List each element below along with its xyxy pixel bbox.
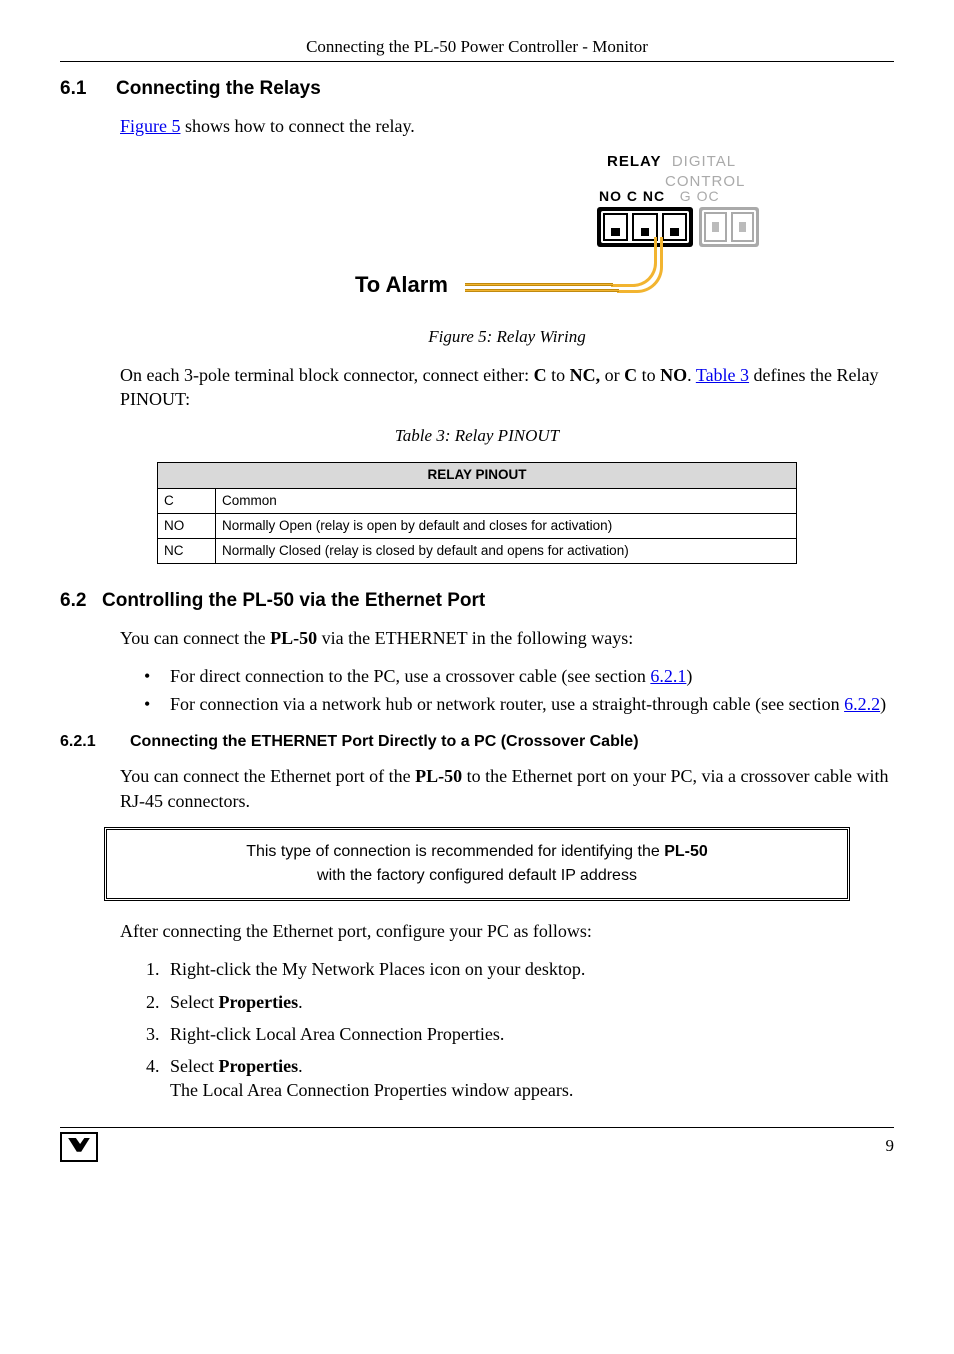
list-item: Select Properties.The Local Area Connect… <box>164 1054 894 1103</box>
section-6-1-heading: 6.1Connecting the Relays <box>60 76 894 102</box>
figure-5-link[interactable]: Figure 5 <box>120 116 181 136</box>
wire-icon <box>465 289 619 292</box>
intro-text: shows how to connect the relay. <box>181 116 415 136</box>
configure-pc-steps: Right-click the My Network Places icon o… <box>140 957 894 1102</box>
to-alarm-label: To Alarm <box>355 270 448 300</box>
list-item: For connection via a network hub or netw… <box>144 692 894 716</box>
section-number: 6.1 <box>60 76 116 102</box>
section-link[interactable]: 6.2.2 <box>844 694 880 714</box>
after-figure-paragraph: On each 3-pole terminal block connector,… <box>120 363 894 412</box>
wire-icon <box>617 237 663 293</box>
section-title: Controlling the PL-50 via the Ethernet P… <box>102 590 485 611</box>
list-item: Right-click the My Network Places icon o… <box>164 957 894 981</box>
figure-5-caption: Figure 5: Relay Wiring <box>120 326 894 349</box>
section-6-2-1-paragraph: You can connect the Ethernet port of the… <box>120 764 894 813</box>
wire-icon <box>465 283 613 286</box>
figure-5: RELAY DIGITAL CONTROL NO C NC G OC To Al… <box>120 152 894 349</box>
section-number: 6.2 <box>60 588 102 614</box>
section-6-2-heading: 6.2Controlling the PL-50 via the Etherne… <box>60 588 894 614</box>
kramer-logo-icon <box>60 1132 98 1162</box>
section-6-2-1-heading: 6.2.1Connecting the ETHERNET Port Direct… <box>60 731 894 753</box>
info-callout: This type of connection is recommended f… <box>104 827 850 901</box>
table-header: RELAY PINOUT <box>158 463 797 488</box>
section-6-1-intro: Figure 5 shows how to connect the relay. <box>120 114 894 138</box>
table-row: CCommon <box>158 488 797 513</box>
after-callout-paragraph: After connecting the Ethernet port, conf… <box>120 919 894 943</box>
relay-pinout-table: RELAY PINOUT CCommon NONormally Open (re… <box>157 462 797 564</box>
figure-pin-labels: NO C NC G OC <box>599 187 720 206</box>
section-title: Connecting the Relays <box>116 78 321 99</box>
section-6-2-intro: You can connect the PL-50 via the ETHERN… <box>120 626 894 650</box>
table-3-caption: Table 3: Relay PINOUT <box>60 425 894 448</box>
table-row: NONormally Open (relay is open by defaul… <box>158 513 797 538</box>
table-3-link[interactable]: Table 3 <box>696 365 749 385</box>
section-6-2-bullets: For direct connection to the PC, use a c… <box>144 664 894 717</box>
running-header: Connecting the PL-50 Power Controller - … <box>60 36 894 62</box>
list-item: Right-click Local Area Connection Proper… <box>164 1022 894 1046</box>
section-link[interactable]: 6.2.1 <box>650 666 686 686</box>
section-title: Connecting the ETHERNET Port Directly to… <box>130 733 639 750</box>
list-item: Select Properties. <box>164 990 894 1014</box>
page-footer: 9 <box>60 1127 894 1162</box>
page-number: 9 <box>886 1135 895 1158</box>
section-number: 6.2.1 <box>60 731 130 753</box>
digital-control-block <box>699 207 759 247</box>
table-row: NCNormally Closed (relay is closed by de… <box>158 539 797 564</box>
list-item: For direct connection to the PC, use a c… <box>144 664 894 688</box>
